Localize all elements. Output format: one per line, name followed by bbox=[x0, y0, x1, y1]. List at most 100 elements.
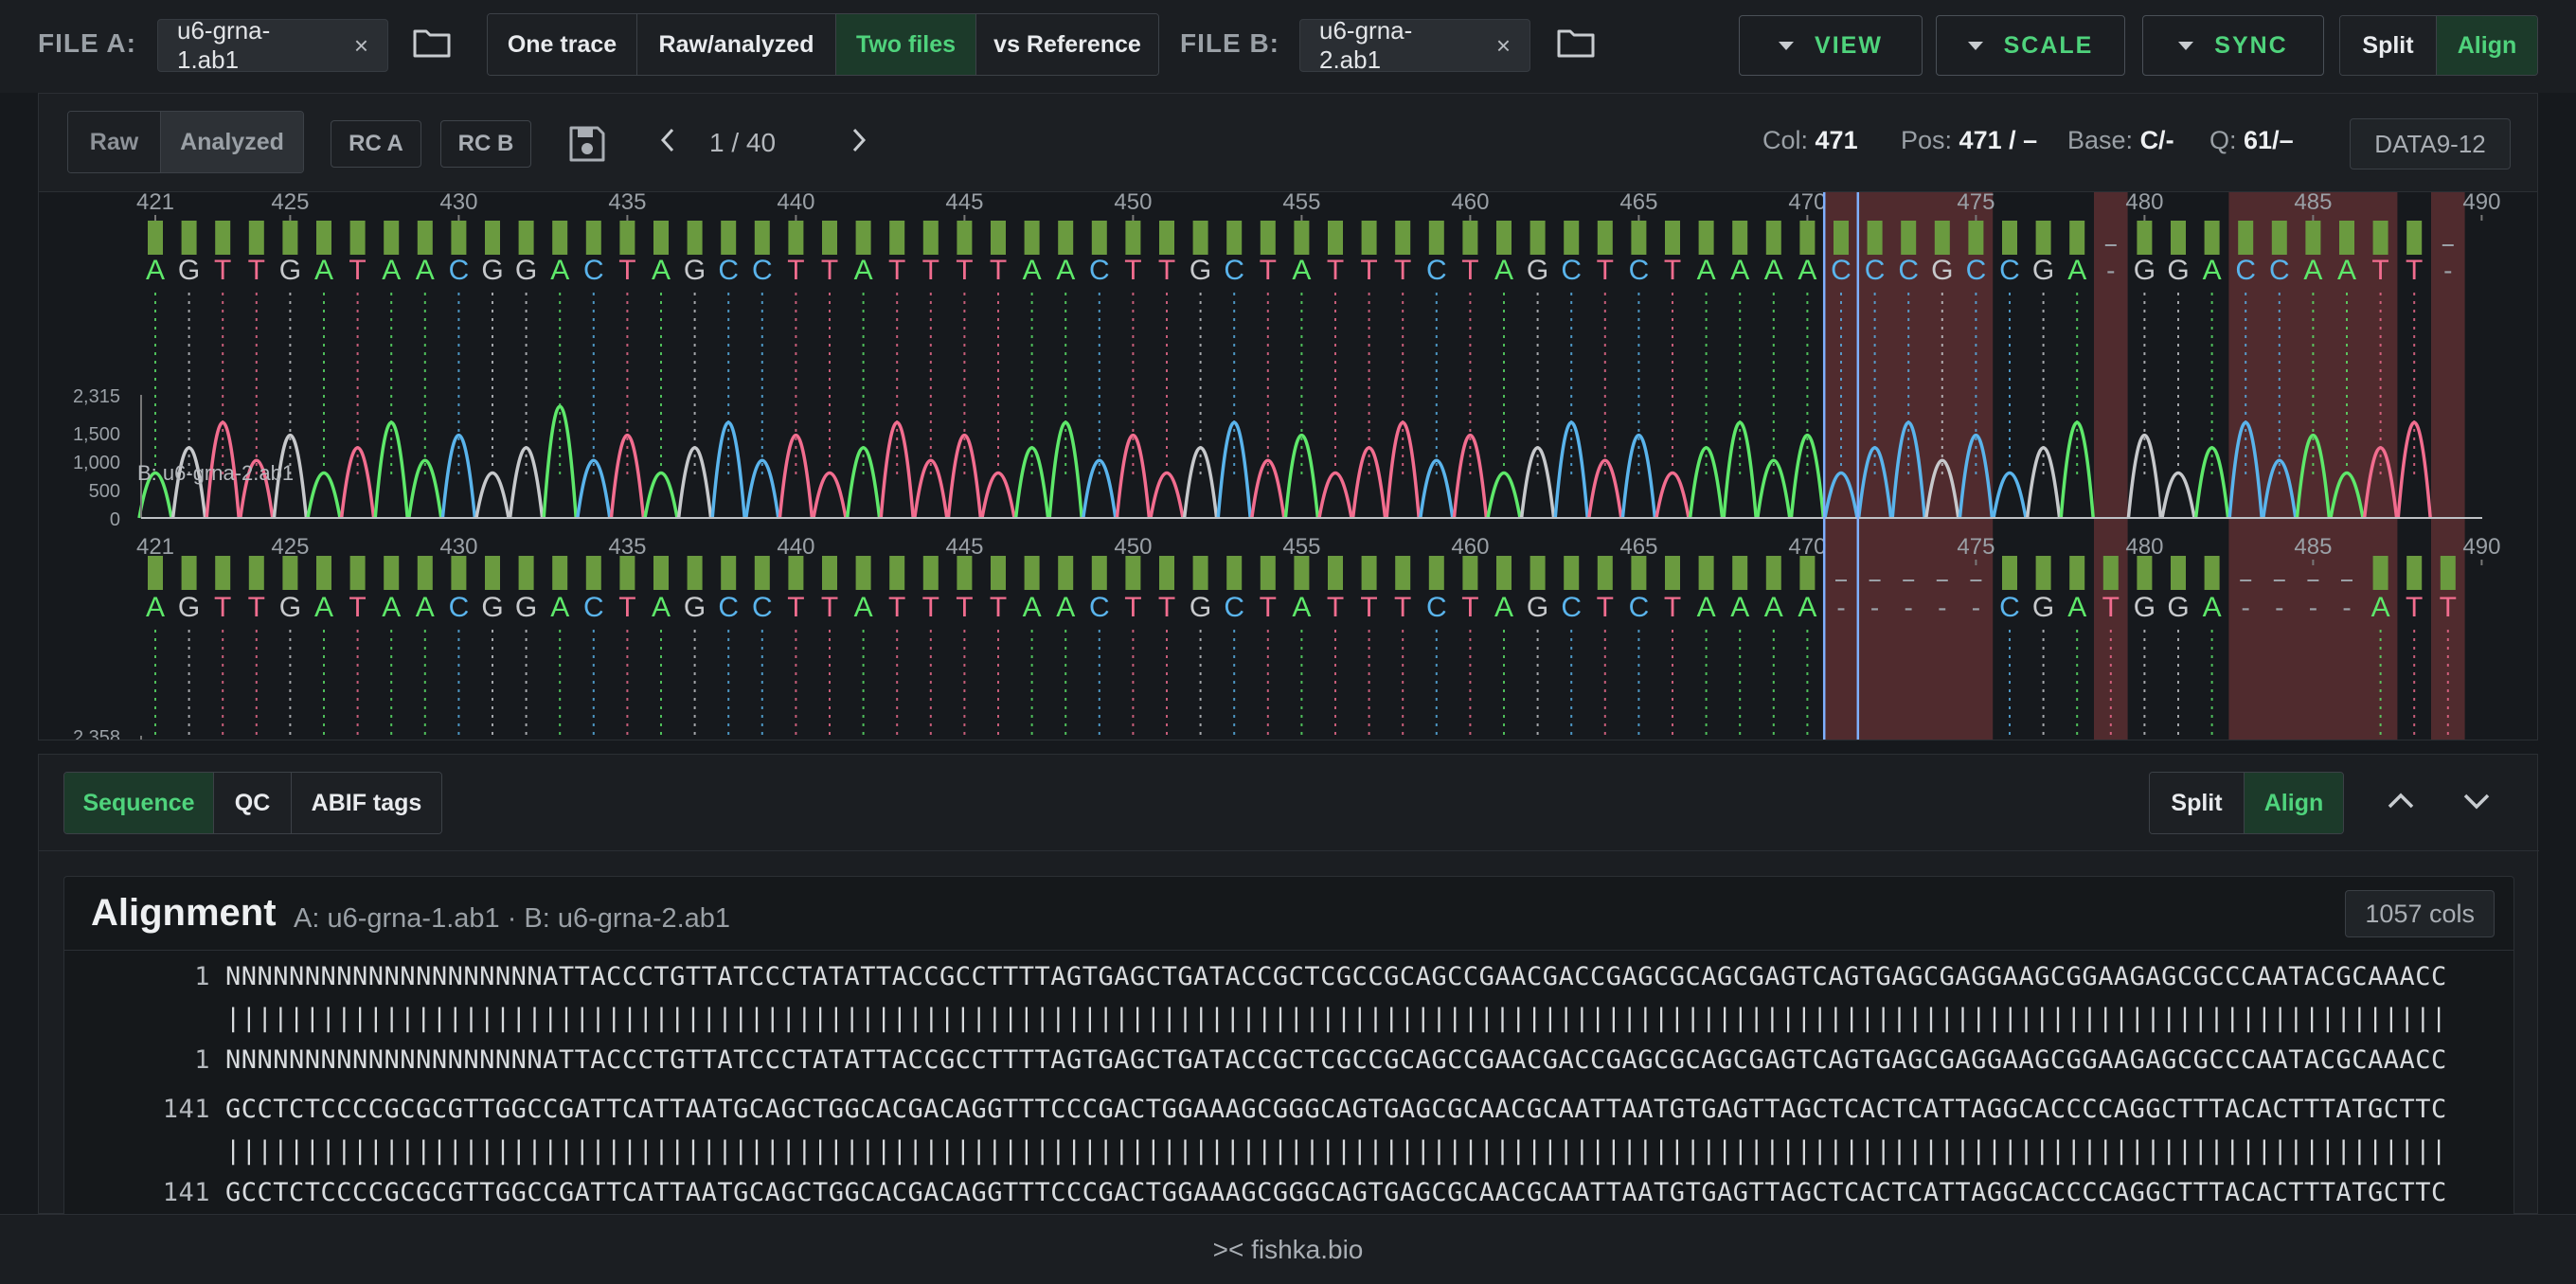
raw-button[interactable]: Raw bbox=[68, 112, 161, 172]
chevron-up-icon[interactable] bbox=[2384, 787, 2418, 815]
chevron-down-icon[interactable] bbox=[2460, 787, 2494, 815]
quality-bar bbox=[1496, 221, 1512, 255]
close-icon[interactable]: × bbox=[354, 31, 368, 61]
base-call: T bbox=[2440, 592, 2457, 623]
quality-bar bbox=[552, 221, 568, 255]
chevron-left-icon[interactable] bbox=[656, 126, 679, 154]
alignment-sequence[interactable]: NNNNNNNNNNNNNNNNNNNNATTACCCTGTTATCCCTATA… bbox=[225, 962, 2447, 991]
tick-label: 490 bbox=[2462, 534, 2500, 560]
quality-bar bbox=[1024, 221, 1040, 255]
base-call: T bbox=[1260, 255, 1277, 286]
quality-bar bbox=[754, 221, 770, 255]
base-gap: - bbox=[1938, 593, 1946, 622]
trace-peak bbox=[1992, 471, 2028, 519]
quality-bar bbox=[1765, 221, 1781, 255]
tick-label: 440 bbox=[777, 534, 814, 560]
data-channel-badge[interactable]: DATA9-12 bbox=[2350, 118, 2511, 169]
sync-dropdown[interactable]: SYNC bbox=[2142, 15, 2324, 76]
mode-raw-analyzed[interactable]: Raw/analyzed bbox=[637, 14, 836, 75]
tick-label: 435 bbox=[608, 192, 646, 215]
layout-align[interactable]: Align bbox=[2245, 773, 2343, 833]
y-axis-label: 500 bbox=[89, 481, 120, 502]
quality-bar bbox=[1226, 221, 1243, 255]
trace-peak bbox=[980, 471, 1016, 519]
file-b-name: u6-grna-2.ab1 bbox=[1319, 16, 1413, 74]
quality-bar bbox=[2069, 556, 2085, 590]
quality-bar bbox=[2002, 556, 2017, 590]
base-call: A bbox=[550, 592, 569, 623]
quality-bar bbox=[349, 556, 366, 590]
mode-vs-reference[interactable]: vs Reference bbox=[976, 14, 1158, 75]
alignment-sequence[interactable]: GCCTCTCCCCGCGCGTTGGCCGATTCATTAATGCAGCTGG… bbox=[225, 1095, 2447, 1124]
rc-a-button[interactable]: RC A bbox=[331, 120, 421, 168]
quality-bar bbox=[282, 221, 298, 255]
base-call: C bbox=[752, 255, 773, 286]
base-call: G bbox=[2032, 592, 2054, 623]
base-call: C bbox=[1224, 592, 1244, 623]
quality-bar bbox=[889, 221, 905, 255]
folder-icon[interactable] bbox=[1557, 27, 1595, 59]
top-toolbar: FILE A: u6-grna-1.ab1 × One trace Raw/an… bbox=[0, 0, 2576, 93]
file-a-label: FILE A: bbox=[38, 28, 136, 58]
trace-peak bbox=[1587, 458, 1623, 519]
base-call: G bbox=[2134, 255, 2156, 286]
tick-label: 465 bbox=[1619, 192, 1657, 215]
alignment-seq-a: 1 NNNNNNNNNNNNNNNNNNNNATTACCCTGTTATCCCTAT… bbox=[64, 962, 2447, 991]
tick-label: 445 bbox=[945, 192, 983, 215]
alignment-seq-b: 141 GCCTCTCCCCGCGCGTTGGCCGATTCATTAATGCAGC… bbox=[64, 1178, 2447, 1207]
base-call: T bbox=[1461, 592, 1478, 623]
base-call: A bbox=[314, 592, 333, 623]
base-call: T bbox=[349, 592, 366, 623]
alignment-sequence[interactable]: GCCTCTCCCCGCGCGTTGGCCGATTCATTAATGCAGCTGG… bbox=[225, 1178, 2447, 1207]
alignment-seq-b: 1 NNNNNNNNNNNNNNNNNNNNATTACCCTGTTATCCCTAT… bbox=[64, 1045, 2447, 1075]
base-call: T bbox=[2406, 255, 2423, 286]
quality-bar bbox=[2102, 556, 2119, 590]
tab-qc[interactable]: QC bbox=[214, 773, 292, 833]
chromatogram[interactable]: 421 425 430 435 440 445 450 455 460 465 470 475 480 4… bbox=[39, 192, 2538, 740]
file-b-chip[interactable]: u6-grna-2.ab1 × bbox=[1299, 16, 1530, 74]
quality-bar bbox=[1765, 556, 1781, 590]
mode-one-trace[interactable]: One trace bbox=[488, 14, 637, 75]
scale-dropdown[interactable]: SCALE bbox=[1936, 15, 2125, 76]
footer-brand[interactable]: >< fishka.bio bbox=[1213, 1235, 1364, 1265]
alignment-sequence[interactable]: ||||||||||||||||||||||||||||||||||||||||… bbox=[225, 1004, 2447, 1033]
file-b-label: FILE B: bbox=[1180, 28, 1279, 58]
alignment-match: ||||||||||||||||||||||||||||||||||||||||… bbox=[64, 1136, 2447, 1166]
quality-bar bbox=[1395, 556, 1411, 590]
close-icon[interactable]: × bbox=[1496, 31, 1511, 61]
tab-abif-tags[interactable]: ABIF tags bbox=[292, 773, 441, 833]
quality-bar bbox=[2271, 221, 2287, 255]
chevron-right-icon[interactable] bbox=[848, 126, 870, 154]
base-call: G bbox=[1190, 255, 1211, 286]
layout-split[interactable]: Split bbox=[2340, 16, 2437, 75]
mode-two-files[interactable]: Two files bbox=[836, 14, 976, 75]
file-a-chip[interactable]: u6-grna-1.ab1 × bbox=[157, 16, 388, 74]
alignment-sequence[interactable]: NNNNNNNNNNNNNNNNNNNNATTACCCTGTTATCCCTATA… bbox=[225, 1045, 2447, 1075]
analyzed-button[interactable]: Analyzed bbox=[161, 112, 303, 172]
base-call: T bbox=[1158, 255, 1175, 286]
base-call: C bbox=[1089, 592, 1110, 623]
view-dropdown[interactable]: VIEW bbox=[1739, 15, 1923, 76]
base-call: T bbox=[990, 255, 1007, 286]
alignment-sequence[interactable]: ||||||||||||||||||||||||||||||||||||||||… bbox=[225, 1136, 2447, 1166]
base-gap: - bbox=[1905, 593, 1913, 622]
quality-bar bbox=[822, 556, 837, 590]
trace-peak bbox=[339, 446, 376, 519]
layout-split[interactable]: Split bbox=[2150, 773, 2245, 833]
quality-bar bbox=[1192, 221, 1208, 255]
tab-sequence[interactable]: Sequence bbox=[64, 773, 214, 833]
quality-bar bbox=[1530, 556, 1546, 590]
base-gap: - bbox=[1836, 593, 1845, 622]
base-call: T bbox=[787, 255, 804, 286]
base-call: C bbox=[1865, 255, 1886, 286]
rc-b-button[interactable]: RC B bbox=[440, 120, 531, 168]
base-call: C bbox=[583, 592, 604, 623]
quality-bar bbox=[1428, 556, 1444, 590]
folder-icon[interactable] bbox=[413, 27, 451, 59]
base-call: C bbox=[1999, 255, 2020, 286]
quality-bar bbox=[518, 556, 534, 590]
layout-align[interactable]: Align bbox=[2437, 16, 2537, 75]
save-icon[interactable] bbox=[567, 124, 607, 164]
base-call: G bbox=[279, 592, 301, 623]
base-call: T bbox=[922, 255, 939, 286]
